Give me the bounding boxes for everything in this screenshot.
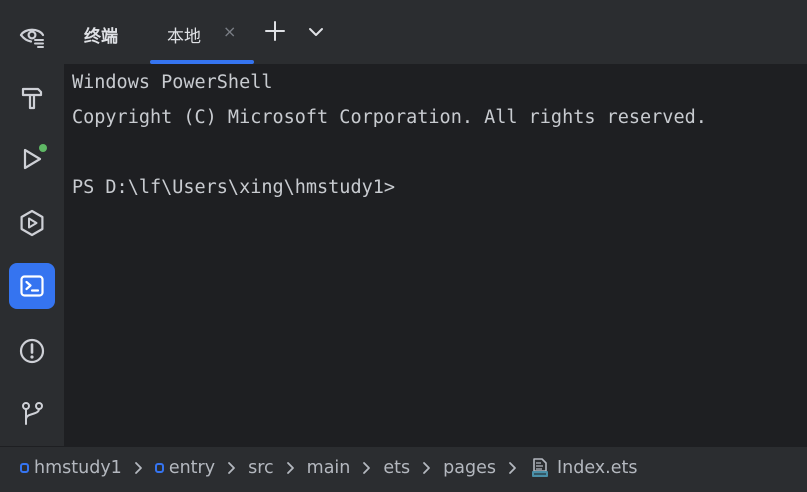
eye-icon bbox=[19, 28, 45, 48]
chevron-right-icon bbox=[134, 461, 143, 475]
breadcrumb-label: src bbox=[248, 458, 274, 478]
chevron-right-icon bbox=[227, 461, 236, 475]
tool-build[interactable] bbox=[9, 74, 55, 120]
chevron-right-icon bbox=[422, 461, 431, 475]
problems-icon bbox=[19, 338, 45, 364]
module-icon bbox=[20, 463, 29, 473]
chevron-right-icon bbox=[286, 461, 295, 475]
navigation-bar: hmstudy1 entry src main ets pages Index.… bbox=[0, 446, 807, 492]
chevron-right-icon bbox=[508, 461, 517, 475]
breadcrumb-item-pages[interactable]: pages bbox=[443, 458, 496, 478]
terminal-prompt: PS D:\lf\Users\xing\hmstudy1> bbox=[72, 177, 396, 198]
terminal-panel-title: 终端 bbox=[84, 27, 118, 47]
chevron-right-icon bbox=[362, 461, 371, 475]
breadcrumb-label: pages bbox=[443, 458, 496, 478]
terminal-line: Copyright (C) Microsoft Corporation. All… bbox=[72, 107, 707, 128]
run-status-dot bbox=[39, 144, 47, 152]
preview-icon bbox=[20, 209, 44, 237]
breadcrumb-item-ets[interactable]: ets bbox=[383, 458, 410, 478]
breadcrumb-label: main bbox=[306, 458, 351, 478]
breadcrumb-label: Index.ets bbox=[556, 458, 638, 478]
terminal-output[interactable]: Windows PowerShell Copyright (C) Microso… bbox=[64, 64, 807, 446]
ets-file-icon bbox=[529, 457, 551, 479]
tool-run[interactable] bbox=[9, 136, 55, 182]
terminal-line: Windows PowerShell bbox=[72, 72, 273, 93]
tool-problems[interactable] bbox=[9, 328, 55, 374]
chevron-down-icon bbox=[309, 28, 323, 36]
breadcrumb-label: entry bbox=[168, 458, 216, 478]
tool-window-strip bbox=[0, 0, 64, 446]
breadcrumb-label: hmstudy1 bbox=[34, 458, 122, 478]
new-tab-button[interactable] bbox=[262, 18, 288, 44]
tab-options-dropdown[interactable] bbox=[304, 20, 328, 44]
terminal-tab-bar: 终端 本地 × bbox=[64, 0, 807, 64]
module-icon bbox=[154, 463, 164, 473]
tool-eye[interactable] bbox=[9, 12, 55, 58]
close-icon[interactable]: × bbox=[223, 22, 236, 41]
plus-icon bbox=[265, 21, 285, 41]
git-branch-icon bbox=[22, 402, 43, 425]
terminal-icon bbox=[20, 275, 44, 297]
tab-local-label: 本地 bbox=[167, 27, 201, 47]
breadcrumb-item-index-ets[interactable]: Index.ets bbox=[529, 457, 638, 479]
breadcrumb-label: ets bbox=[383, 458, 411, 478]
tool-version-control[interactable] bbox=[9, 390, 55, 436]
hammer-icon bbox=[21, 87, 43, 110]
breadcrumb-item-hmstudy1[interactable]: hmstudy1 bbox=[20, 458, 122, 478]
tool-terminal[interactable] bbox=[9, 263, 55, 309]
tool-preview[interactable] bbox=[9, 200, 55, 246]
breadcrumb-item-entry[interactable]: entry bbox=[154, 458, 216, 478]
tab-local[interactable]: 本地 × bbox=[150, 0, 254, 64]
breadcrumb-item-src[interactable]: src bbox=[248, 458, 274, 478]
breadcrumb: hmstudy1 entry src main ets pages Index.… bbox=[20, 457, 637, 479]
breadcrumb-item-main[interactable]: main bbox=[307, 458, 351, 478]
